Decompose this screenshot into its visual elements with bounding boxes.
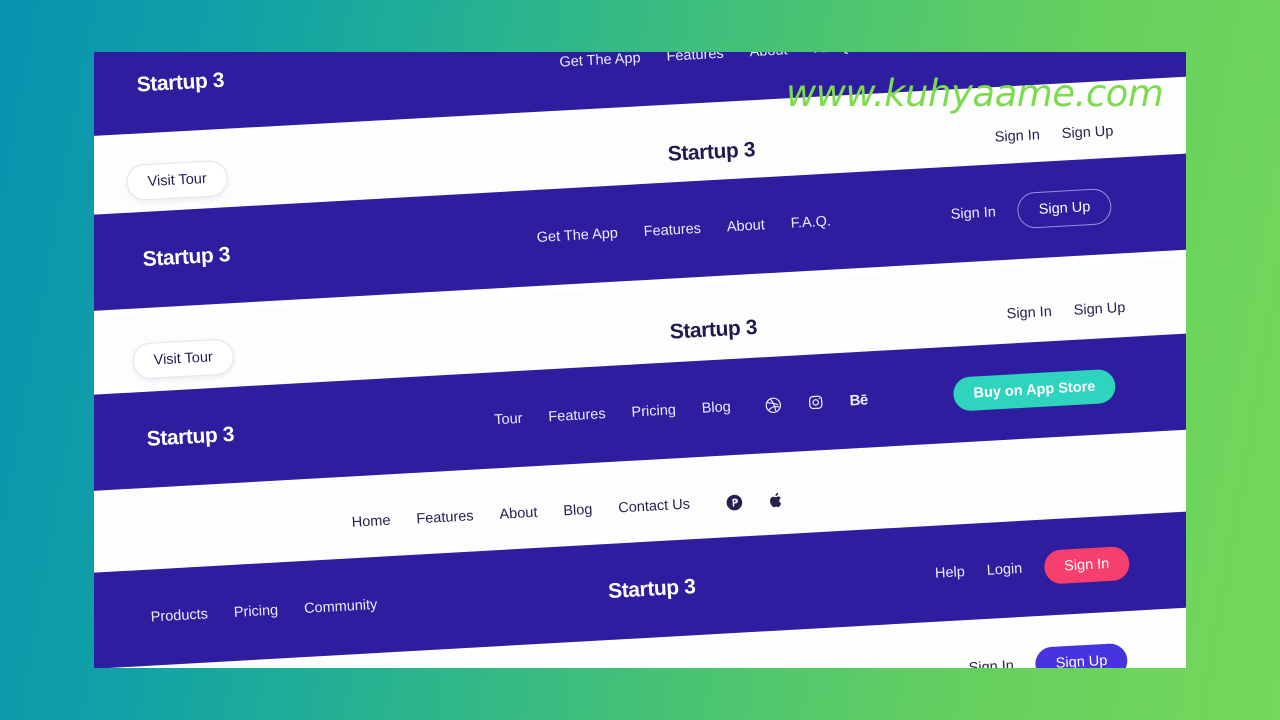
- sign-in-link[interactable]: Sign In: [994, 127, 1040, 145]
- nav-link-blog[interactable]: Blog: [701, 399, 731, 417]
- visit-tour-button[interactable]: Visit Tour: [131, 338, 235, 380]
- primary-nav: Get The App Features About F.A.Q.: [559, 52, 854, 71]
- nav-link-about[interactable]: About: [726, 217, 765, 235]
- primary-nav: Get The App Features About F.A.Q.: [536, 214, 831, 246]
- primary-nav: Tour Features Pricing Blog Bē: [494, 391, 868, 429]
- nav-link-features[interactable]: Features: [643, 221, 701, 240]
- brand-logo[interactable]: Startup 3: [667, 138, 756, 167]
- primary-nav: Home Features About Blog Contact Us: [351, 491, 784, 531]
- nav-link-features[interactable]: Features: [548, 406, 606, 425]
- sign-up-button[interactable]: Sign Up: [1016, 187, 1113, 230]
- sign-in-link[interactable]: Sign In: [1006, 304, 1052, 322]
- sign-in-link[interactable]: Sign In: [968, 658, 1014, 668]
- nav-link-products[interactable]: Products: [150, 606, 208, 625]
- behance-icon[interactable]: Bē: [849, 391, 868, 409]
- buy-on-app-store-button[interactable]: Buy on App Store: [952, 368, 1117, 412]
- nav-link-faq[interactable]: F.A.Q.: [813, 52, 854, 57]
- nav-link-get-the-app[interactable]: Get The App: [536, 225, 618, 246]
- nav-link-blog[interactable]: Blog: [563, 502, 593, 520]
- sign-up-button[interactable]: Sign Up: [1034, 642, 1129, 668]
- nav-link-tour[interactable]: Tour: [494, 411, 523, 429]
- nav-link-get-the-app[interactable]: Get The App: [559, 52, 641, 71]
- nav-link-about[interactable]: About: [749, 52, 788, 60]
- help-link[interactable]: Help: [935, 564, 966, 582]
- brand-logo[interactable]: Startup 3: [136, 69, 225, 98]
- brand-logo[interactable]: Startup 3: [142, 243, 231, 272]
- nav-link-faq[interactable]: F.A.Q.: [790, 214, 831, 232]
- sign-up-link[interactable]: Sign Up: [1061, 123, 1113, 142]
- sign-up-link[interactable]: Sign Up: [1073, 300, 1125, 319]
- brand-logo[interactable]: Startup 3: [146, 423, 235, 452]
- product-hunt-icon[interactable]: [725, 493, 743, 511]
- brand-logo[interactable]: Startup 3: [607, 575, 696, 604]
- login-link[interactable]: Login: [986, 561, 1022, 579]
- nav-link-pricing[interactable]: Pricing: [233, 602, 278, 620]
- apple-icon[interactable]: [768, 491, 784, 509]
- nav-link-contact-us[interactable]: Contact Us: [618, 497, 690, 517]
- primary-nav: Products Pricing Community: [150, 597, 377, 626]
- sign-in-button[interactable]: Sign In: [1043, 545, 1131, 585]
- sign-in-link[interactable]: Sign In: [950, 204, 996, 222]
- nav-link-about[interactable]: About: [499, 505, 538, 523]
- nav-link-features[interactable]: Features: [666, 52, 724, 65]
- nav-link-features[interactable]: Features: [416, 508, 474, 527]
- brand-logo[interactable]: Startup 3: [669, 316, 758, 345]
- instagram-icon[interactable]: [807, 394, 824, 411]
- visit-tour-button[interactable]: Visit Tour: [125, 159, 229, 202]
- nav-link-home[interactable]: Home: [351, 513, 390, 531]
- presentation-frame: Startup 3 Get The App Features About F.A…: [94, 52, 1186, 668]
- nav-link-pricing[interactable]: Pricing: [631, 402, 676, 420]
- nav-link-community[interactable]: Community: [304, 597, 378, 617]
- dribbble-icon[interactable]: [764, 396, 782, 414]
